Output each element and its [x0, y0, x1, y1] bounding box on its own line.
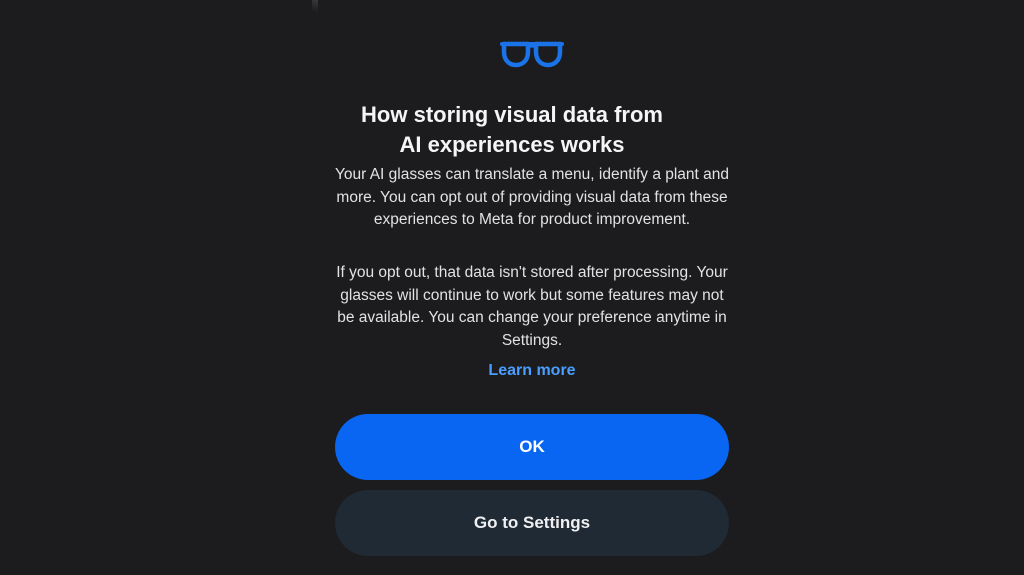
page-title: How storing visual data from AI experien…: [312, 100, 712, 160]
corner-shadow: [312, 0, 318, 14]
glasses-icon: [500, 41, 564, 68]
description-paragraph-2: If you opt out, that data isn't stored a…: [336, 264, 728, 349]
consent-screen: How storing visual data from AI experien…: [0, 0, 1024, 575]
ok-button[interactable]: OK: [335, 414, 729, 480]
learn-more-link[interactable]: Learn more: [432, 362, 632, 380]
go-to-settings-button[interactable]: Go to Settings: [335, 490, 729, 556]
description-paragraph-1: Your AI glasses can translate a menu, id…: [334, 166, 730, 228]
title-line-2: AI experiences works: [399, 132, 625, 157]
title-line-1: How storing visual data from: [361, 102, 663, 127]
